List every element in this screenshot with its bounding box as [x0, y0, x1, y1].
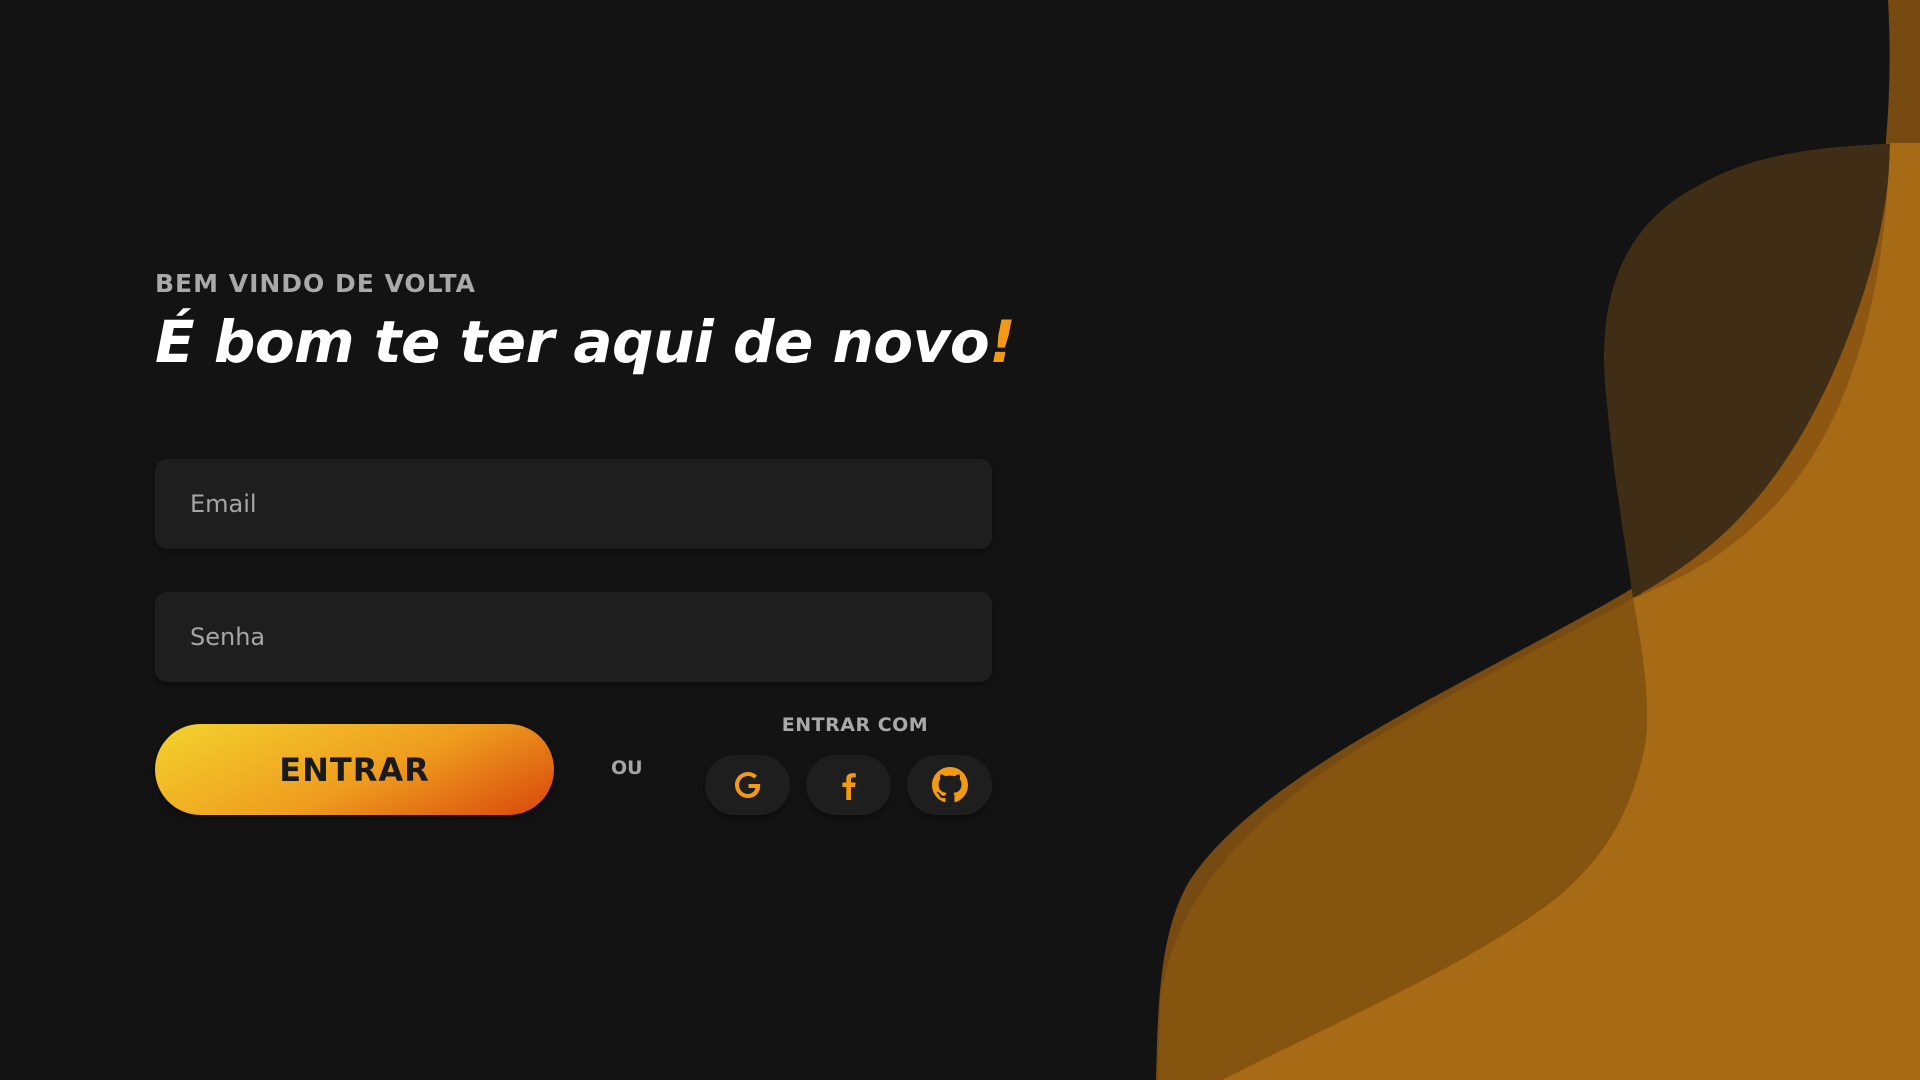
google-icon: [734, 772, 760, 798]
wave-back: [1156, 0, 1920, 1080]
or-separator: OU: [611, 757, 643, 779]
wave-orange: [1220, 143, 1920, 1080]
login-button[interactable]: ENTRAR: [155, 724, 554, 815]
wave-mid-tone: [1158, 598, 1648, 1080]
github-icon: [931, 767, 968, 803]
facebook-icon: [841, 773, 856, 800]
login-page: BEM VINDO DE VOLTA É bom te ter aqui de …: [0, 0, 1920, 1080]
social-login-label: ENTRAR COM: [781, 714, 929, 736]
form-actions: ENTRAR OU ENTRAR COM: [155, 714, 995, 824]
google-login-button[interactable]: [705, 755, 790, 815]
login-panel: BEM VINDO DE VOLTA É bom te ter aqui de …: [155, 268, 1055, 815]
welcome-eyebrow: BEM VINDO DE VOLTA: [155, 269, 476, 298]
wave-overlap: [1604, 143, 1920, 598]
page-title: É bom te ter aqui de novo!: [155, 302, 1055, 382]
facebook-login-button[interactable]: [806, 755, 891, 815]
wave-overlap-lower: [1220, 143, 1920, 1080]
email-field[interactable]: [155, 459, 992, 549]
password-field[interactable]: [155, 592, 992, 682]
headline-accent: !: [989, 308, 1016, 376]
headline-text: É bom te ter aqui de novo: [155, 308, 990, 376]
github-login-button[interactable]: [907, 755, 992, 815]
